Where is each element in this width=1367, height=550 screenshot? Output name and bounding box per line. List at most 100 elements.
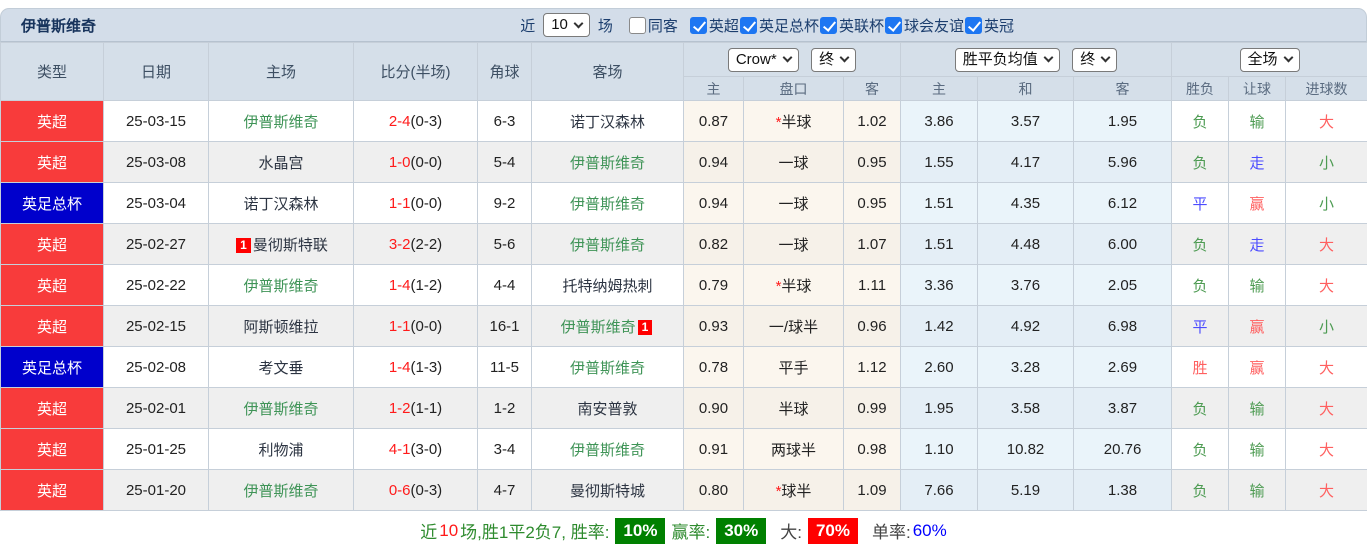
avg-home-odds: 3.36 [901,265,978,306]
home-team-cell: 伊普斯维奇 [209,470,354,511]
table-row: 英足总杯25-02-08考文垂1-4(1-3)11-5伊普斯维奇0.78平手1.… [1,347,1367,388]
table-row: 英足总杯25-03-04诺丁汉森林1-1(0-0)9-2伊普斯维奇0.94一球0… [1,183,1367,224]
half-time-score: (1-3) [411,359,443,376]
odds-time-select[interactable]: 终 [811,48,856,72]
avg-draw-odds: 4.17 [978,142,1074,183]
sub-header-handicap: 盘口 [744,77,844,101]
table-row: 英超25-01-20伊普斯维奇0-6(0-3)4-7曼彻斯特城0.80*球半1.… [1,470,1367,511]
home-odds: 0.90 [684,388,744,429]
full-time-score: 0-6 [389,482,411,499]
handicap-text: 两球半 [771,442,816,459]
league-badge: 英超 [1,306,104,347]
checkbox-checked[interactable] [965,17,982,34]
score-cell: 0-6(0-3) [354,470,478,511]
odds-company-value: Crow* [736,51,777,69]
wdl-result: 平 [1172,183,1229,224]
checkbox-checked[interactable] [690,17,707,34]
avg-odds-group: 胜平负均值 终 [901,43,1172,77]
half-time-score: (2-2) [411,236,443,253]
league-badge: 英超 [1,142,104,183]
handicap-text: 一球 [778,196,808,213]
corner-score: 16-1 [478,306,532,347]
red-card-marker: 1 [638,320,653,335]
col-header-score: 比分(半场) [354,43,478,101]
full-time-score: 1-0 [389,154,411,171]
avg-time-select[interactable]: 终 [1072,48,1117,72]
filter-5: 英冠 [964,15,1014,36]
handicap-cell: 半球 [744,388,844,429]
sub-header-avg-away: 客 [1074,77,1172,101]
big-rate-badge: 70% [808,518,858,544]
team-name: 伊普斯维奇 [570,155,645,172]
league-badge: 英超 [1,470,104,511]
goals-result: 大 [1286,470,1367,511]
avg-away-odds: 1.38 [1074,470,1172,511]
handicap-cell: *半球 [744,265,844,306]
summary-single-label: 单率: [872,518,911,543]
chevron-down-icon [840,53,850,63]
checkbox-checked[interactable] [820,17,837,34]
handicap-text: 一/球半 [769,319,818,336]
home-odds: 0.94 [684,183,744,224]
match-date: 25-02-22 [104,265,209,306]
away-team-cell: 伊普斯维奇 [532,429,684,470]
summary-record: 场,胜1平2负7, 胜率: [460,518,609,543]
home-odds: 0.91 [684,429,744,470]
checkbox-unchecked[interactable] [629,17,646,34]
handicap-cell: 一球 [744,183,844,224]
team-name: 托特纳姆热刺 [562,278,652,295]
full-time-score: 2-4 [389,113,411,130]
filter-label: 英足总杯 [759,15,819,36]
away-odds: 0.99 [844,388,901,429]
away-odds: 1.12 [844,347,901,388]
match-history-widget: 伊普斯维奇 近 10 场 同客英超英足总杯英联杯球会友谊英冠 类型 日期 主场 … [0,0,1367,548]
corner-score: 6-3 [478,101,532,142]
away-odds: 1.11 [844,265,901,306]
match-date: 25-02-27 [104,224,209,265]
summary-recent: 近 [420,518,437,543]
scope-value: 全场 [1248,51,1278,69]
chevron-down-icon [1043,53,1053,63]
team-name: 伊普斯维奇 [243,483,318,500]
avg-away-odds: 5.96 [1074,142,1172,183]
sub-header-avg-draw: 和 [978,77,1074,101]
checkbox-checked[interactable] [885,17,902,34]
score-cell: 1-0(0-0) [354,142,478,183]
match-date: 25-01-20 [104,470,209,511]
sub-header-handicap-result: 让球 [1229,77,1286,101]
half-time-score: (0-0) [411,318,443,335]
away-odds: 0.95 [844,183,901,224]
score-cell: 4-1(3-0) [354,429,478,470]
handicap-text: 半球 [781,114,811,131]
scope-select[interactable]: 全场 [1240,48,1300,72]
avg-type-select[interactable]: 胜平负均值 [955,48,1060,72]
handicap-cell: 一球 [744,142,844,183]
home-team-cell: 1曼彻斯特联 [209,224,354,265]
summary-count: 10 [439,521,458,541]
away-team-cell: 伊普斯维奇 [532,347,684,388]
half-time-score: (0-0) [411,195,443,212]
handicap-cell: *半球 [744,101,844,142]
home-team-cell: 伊普斯维奇 [209,265,354,306]
odds-company-select[interactable]: Crow* [728,48,799,72]
table-row: 英超25-02-01伊普斯维奇1-2(1-1)1-2南安普敦0.90半球0.99… [1,388,1367,429]
odds-time-value: 终 [819,51,834,69]
half-time-score: (0-3) [411,482,443,499]
checkbox-checked[interactable] [740,17,757,34]
team-name: 伊普斯维奇 [243,278,318,295]
home-odds: 0.94 [684,142,744,183]
score-cell: 1-4(1-2) [354,265,478,306]
handicap-cell: *球半 [744,470,844,511]
team-name: 利物浦 [258,442,303,459]
team-name: 伊普斯维奇 [243,114,318,131]
handicap-result: 赢 [1229,347,1286,388]
recent-count-select[interactable]: 10 [543,13,590,37]
handicap-result: 走 [1229,142,1286,183]
topbar: 伊普斯维奇 近 10 场 同客英超英足总杯英联杯球会友谊英冠 [0,8,1367,42]
sub-header-crow-away: 客 [844,77,901,101]
avg-draw-odds: 4.35 [978,183,1074,224]
corner-score: 4-4 [478,265,532,306]
chevron-down-icon [1283,53,1293,63]
league-badge: 英超 [1,429,104,470]
home-odds: 0.80 [684,470,744,511]
